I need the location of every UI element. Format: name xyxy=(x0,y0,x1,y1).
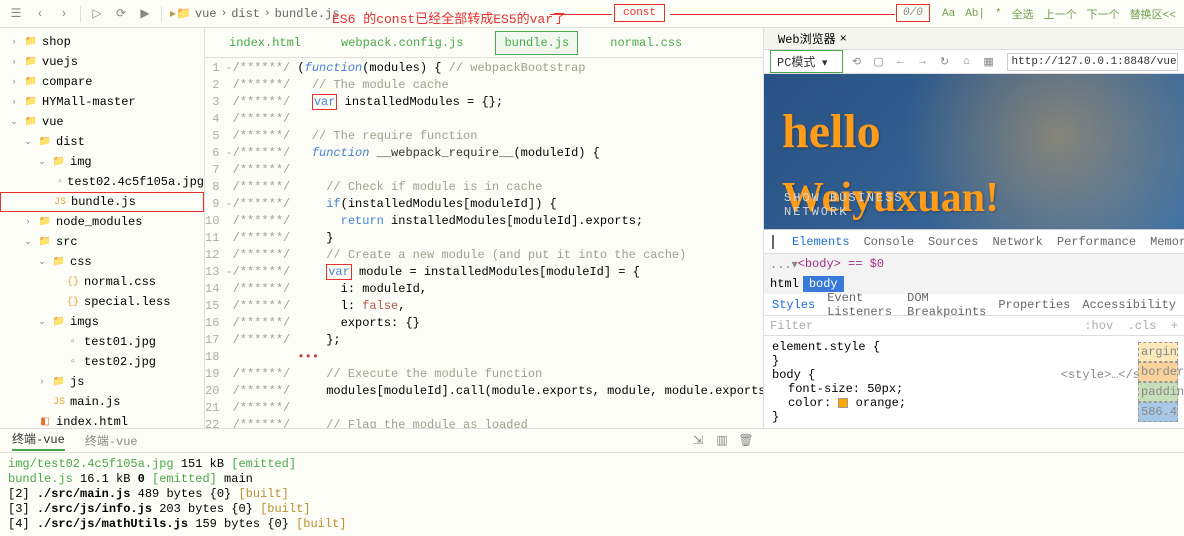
tree-item-shop[interactable]: ›📁shop xyxy=(0,32,204,52)
next-btn[interactable]: 下一个 xyxy=(1087,6,1120,22)
menu-icon[interactable]: ☰ xyxy=(8,6,24,22)
dom-breadcrumb: ...▾ <body> == $0 xyxy=(764,254,1184,274)
styles-subtab[interactable]: DOM Breakpoints xyxy=(907,291,986,319)
tree-item-dist[interactable]: ⌄📁dist xyxy=(0,132,204,152)
browser-tab-bar: Web浏览器 × xyxy=(764,28,1184,50)
select-all-btn[interactable]: 全选 xyxy=(1012,6,1034,22)
folder-icon: ▸📁 xyxy=(170,6,191,21)
export-icon[interactable]: ⇲ xyxy=(690,433,706,449)
tree-item-test02-4c5f105a-jpg[interactable]: ▫test02.4c5f105a.jpg xyxy=(0,172,204,192)
editor-tab[interactable]: bundle.js xyxy=(495,31,578,55)
regex-icon[interactable]: * xyxy=(995,8,1002,20)
refresh-icon[interactable]: ⟳ xyxy=(113,6,129,22)
tree-item-HYMall-master[interactable]: ›📁HYMall-master xyxy=(0,92,204,112)
browser-panel: Web浏览器 × PC模式 ▾ ⟲ ▢ ← → ↻ ⌂ ▦ http://127… xyxy=(764,28,1184,428)
tree-item-compare[interactable]: ›📁compare xyxy=(0,72,204,92)
styles-subtab[interactable]: Accessibility xyxy=(1082,298,1176,312)
file-tree: ›📁shop›📁vuejs›📁compare›📁HYMall-master⌄📁v… xyxy=(0,28,205,428)
tree-item-img[interactable]: ⌄📁img xyxy=(0,152,204,172)
terminal-tabs: 终端-vue 终端-vue ⇲ ▥ 🗑 xyxy=(0,429,1184,453)
prev-btn[interactable]: 上一个 xyxy=(1044,6,1077,22)
split-icon[interactable]: ▥ xyxy=(714,433,730,449)
url-input[interactable]: http://127.0.0.1:8848/vue/index.h xyxy=(1007,53,1178,71)
editor-tab[interactable]: index.html xyxy=(221,32,309,54)
terminal-output[interactable]: img/test02.4c5f105a.jpg 151 kB [emitted]… xyxy=(0,453,1184,536)
box-model: argin border paddin 586.4 xyxy=(1138,342,1178,422)
breadcrumb[interactable]: ▸📁 vue › dist › bundle.js xyxy=(170,6,339,21)
tree-item-special-less[interactable]: {}special.less xyxy=(0,292,204,312)
css-rules[interactable]: element.style { } body {<style>…</style>… xyxy=(764,336,1184,428)
tree-item-imgs[interactable]: ⌄📁imgs xyxy=(0,312,204,332)
search-input[interactable]: const xyxy=(614,4,665,22)
play-icon[interactable]: ▶ xyxy=(137,6,153,22)
devtools-tab[interactable]: Performance xyxy=(1057,235,1136,249)
tree-item-vue[interactable]: ⌄📁vue xyxy=(0,112,204,132)
page-preview: hello Weiyuxuan! SHOW BUSINESSNETWORK xyxy=(764,74,1184,229)
browser-tab[interactable]: Web浏览器 × xyxy=(772,28,853,49)
hello-text: hello xyxy=(782,104,881,159)
devtools-tab[interactable]: Memory xyxy=(1150,235,1184,249)
home-icon[interactable]: ⌂ xyxy=(959,54,975,70)
devtools-tab[interactable]: Sources xyxy=(928,235,978,249)
editor-tabs: index.html webpack.config.js bundle.js norm… xyxy=(205,28,763,58)
search-count: 0/0 xyxy=(896,4,930,22)
device-icon[interactable]: ▢ xyxy=(871,54,887,70)
cls-btn[interactable]: .cls xyxy=(1128,319,1157,333)
show-text: SHOW BUSINESSNETWORK xyxy=(784,191,904,219)
tree-item-test01-jpg[interactable]: ▫test01.jpg xyxy=(0,332,204,352)
fwd-icon[interactable]: › xyxy=(56,6,72,22)
add-rule-icon[interactable]: + xyxy=(1171,319,1178,333)
editor-tab[interactable]: webpack.config.js xyxy=(333,32,471,54)
rotate-icon[interactable]: ⟲ xyxy=(849,54,865,70)
devtools-tab[interactable]: Console xyxy=(864,235,914,249)
back-icon[interactable]: ‹ xyxy=(32,6,48,22)
mode-select[interactable]: PC模式 ▾ xyxy=(770,50,843,73)
qr-icon[interactable]: ▦ xyxy=(981,54,997,70)
tree-item-normal-css[interactable]: {}normal.css xyxy=(0,272,204,292)
styles-tabs: Styles Event Listeners DOM Breakpoints Prop… xyxy=(764,294,1184,316)
tree-item-main-js[interactable]: JSmain.js xyxy=(0,392,204,412)
tree-item-js[interactable]: ›📁js xyxy=(0,372,204,392)
tree-item-index-html[interactable]: ◧index.html xyxy=(0,412,204,428)
filter-bar: Filter :hov .cls + xyxy=(764,316,1184,336)
devtools-tab[interactable]: Network xyxy=(992,235,1042,249)
styles-subtab[interactable]: Styles xyxy=(772,298,815,312)
terminal-tab[interactable]: 终端-vue xyxy=(12,430,65,451)
word-icon[interactable]: Ab| xyxy=(965,8,985,20)
styles-subtab[interactable]: Event Listeners xyxy=(827,291,895,319)
devtools: Elements Console Sources Network Performance… xyxy=(764,229,1184,428)
replace-btn[interactable]: 替换区<< xyxy=(1130,6,1176,22)
search-tools: Aa Ab| * 全选 上一个 下一个 替换区<< xyxy=(942,6,1176,22)
reload-icon[interactable]: ↻ xyxy=(937,54,953,70)
stop-icon[interactable]: ▷ xyxy=(89,6,105,22)
filter-input[interactable]: Filter xyxy=(770,319,813,333)
tree-item-node_modules[interactable]: ›📁node_modules xyxy=(0,212,204,232)
terminal-panel: 终端-vue 终端-vue ⇲ ▥ 🗑 img/test02.4c5f105a.… xyxy=(0,428,1184,532)
editor-tab[interactable]: normal.css xyxy=(602,32,690,54)
back-icon[interactable]: ← xyxy=(893,54,909,70)
devtools-tabs: Elements Console Sources Network Performance… xyxy=(764,230,1184,254)
editor-panel: index.html webpack.config.js bundle.js norm… xyxy=(205,28,764,428)
case-icon[interactable]: Aa xyxy=(942,8,955,20)
trash-icon[interactable]: 🗑 xyxy=(738,433,754,449)
browser-toolbar: PC模式 ▾ ⟲ ▢ ← → ↻ ⌂ ▦ http://127.0.0.1:88… xyxy=(764,50,1184,74)
inspect-icon[interactable] xyxy=(772,235,774,249)
tree-item-src[interactable]: ⌄📁src xyxy=(0,232,204,252)
code-area[interactable]: 123456789101112131415161718192021222324 … xyxy=(205,58,763,428)
annotation-text: ES6 的const已经全部转成ES5的var了 xyxy=(332,8,566,27)
styles-subtab[interactable]: Properties xyxy=(998,298,1070,312)
hov-btn[interactable]: :hov xyxy=(1084,319,1113,333)
tree-item-css[interactable]: ⌄📁css xyxy=(0,252,204,272)
devtools-tab[interactable]: Elements xyxy=(792,235,850,249)
tree-item-vuejs[interactable]: ›📁vuejs xyxy=(0,52,204,72)
tree-item-test02-jpg[interactable]: ▫test02.jpg xyxy=(0,352,204,372)
close-icon[interactable]: × xyxy=(840,32,847,46)
terminal-tab[interactable]: 终端-vue xyxy=(85,432,138,449)
tree-item-bundle-js[interactable]: JSbundle.js xyxy=(0,192,204,212)
fwd-icon[interactable]: → xyxy=(915,54,931,70)
